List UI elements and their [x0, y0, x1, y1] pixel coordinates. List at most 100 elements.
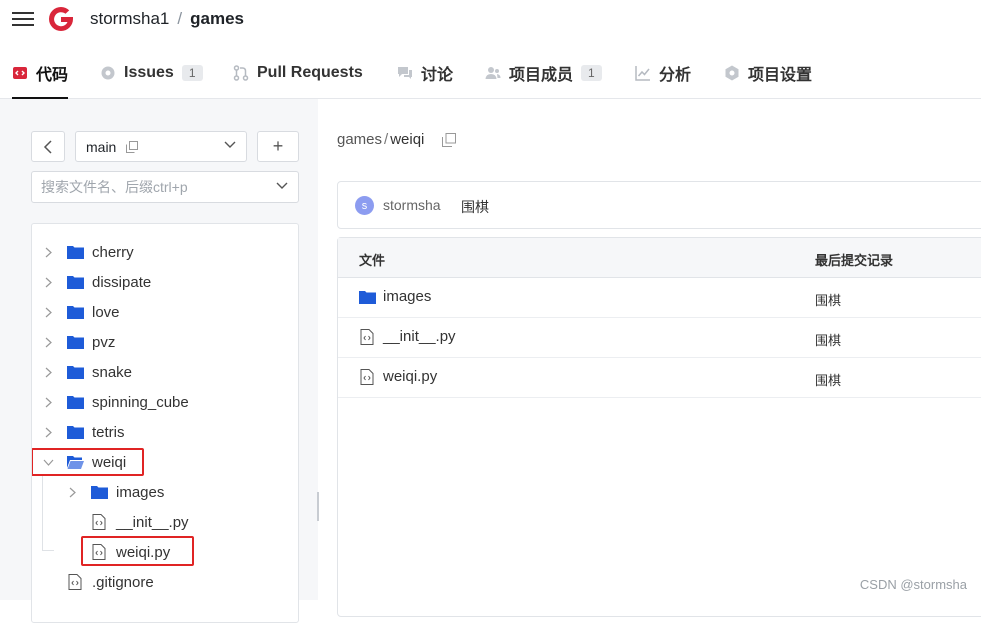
chevron-down-icon[interactable]: [276, 182, 288, 190]
repo-owner-link[interactable]: stormsha1: [90, 9, 169, 28]
issue-icon: [100, 65, 116, 81]
chevron-right-icon: [42, 306, 54, 318]
folder-icon: [66, 244, 84, 260]
file-link-init-py[interactable]: __init__.py: [358, 328, 456, 345]
tree-item-dissipate[interactable]: dissipate: [42, 267, 151, 297]
gitcode-logo[interactable]: [46, 4, 76, 34]
tab-analytics[interactable]: 分析: [635, 46, 691, 99]
tree-item-label: tetris: [92, 424, 125, 441]
file-commit-link[interactable]: 围棋: [815, 370, 841, 389]
tab-pull-requests[interactable]: Pull Requests: [233, 46, 363, 99]
tab-discussion[interactable]: 讨论: [397, 46, 453, 99]
file-search-input[interactable]: [41, 179, 251, 195]
tree-item-label: love: [92, 304, 120, 321]
table-header: 文件 最后提交记录: [338, 238, 981, 278]
tree-item-label: cherry: [92, 244, 134, 261]
breadcrumb-current: weiqi: [390, 131, 424, 148]
tab-settings[interactable]: 项目设置: [724, 46, 812, 99]
file-name: weiqi.py: [383, 368, 437, 385]
watermark: CSDN @stormsha: [860, 577, 967, 592]
folder-icon: [66, 304, 84, 320]
branch-select[interactable]: main: [75, 131, 247, 162]
file-link-images[interactable]: images: [358, 288, 431, 305]
copy-icon[interactable]: [126, 141, 138, 153]
chevron-right-icon: [66, 486, 78, 498]
tree-item-label: __init__.py: [116, 514, 189, 531]
repo-path: stormsha1/games: [90, 9, 244, 29]
tab-settings-label: 项目设置: [748, 61, 812, 85]
file-commit-link[interactable]: 围棋: [815, 330, 841, 349]
file-commit-link[interactable]: 围棋: [815, 290, 841, 309]
column-header-last-commit: 最后提交记录: [815, 250, 893, 269]
tree-item-love[interactable]: love: [42, 297, 120, 327]
code-file-icon: [66, 574, 84, 590]
tree-item-tetris[interactable]: tetris: [42, 417, 125, 447]
tree-item-label: images: [116, 484, 164, 501]
sidebar-resize-handle[interactable]: [317, 492, 319, 521]
tab-analytics-label: 分析: [659, 61, 691, 85]
menu-icon[interactable]: [12, 9, 34, 29]
pull-request-icon: [233, 65, 249, 81]
file-table: 文件 最后提交记录 images 围棋 __init__.py 围棋 weiqi…: [337, 237, 981, 617]
issues-count-badge: 1: [182, 65, 203, 81]
folder-icon: [66, 364, 84, 380]
members-icon: [485, 65, 501, 81]
breadcrumb: games / weiqi: [337, 131, 456, 148]
folder-icon: [358, 289, 376, 305]
top-bar: stormsha1/games: [0, 0, 981, 46]
code-file-icon: [358, 329, 376, 345]
file-tree-sidebar: main + cherry dissipate love pvz: [0, 99, 318, 600]
code-file-icon: [358, 369, 376, 385]
folder-icon: [66, 274, 84, 290]
folder-icon: [90, 484, 108, 500]
chevron-right-icon: [42, 246, 54, 258]
file-name: images: [383, 288, 431, 305]
tree-item-init-py[interactable]: __init__.py: [90, 507, 189, 537]
tree-item-label: .gitignore: [92, 574, 154, 591]
tree-item-snake[interactable]: snake: [42, 357, 132, 387]
copy-path-icon[interactable]: [442, 133, 456, 147]
tree-item-images[interactable]: images: [66, 477, 164, 507]
tree-item-label: dissipate: [92, 274, 151, 291]
table-row: weiqi.py 围棋: [338, 358, 981, 398]
column-header-file: 文件: [359, 250, 385, 269]
chevron-right-icon: [42, 336, 54, 348]
chevron-left-icon: [43, 140, 53, 154]
file-tree: cherry dissipate love pvz snake spinning…: [31, 223, 299, 623]
tab-pull-requests-label: Pull Requests: [257, 64, 363, 82]
tree-item-label: snake: [92, 364, 132, 381]
tree-item-cherry[interactable]: cherry: [42, 237, 134, 267]
file-link-weiqi-py[interactable]: weiqi.py: [358, 368, 437, 385]
chevron-right-icon: [42, 366, 54, 378]
tree-guide-line: [42, 550, 54, 551]
tab-issues[interactable]: Issues 1: [100, 46, 203, 99]
repo-tabs: 代码 Issues 1 Pull Requests 讨论 项目成员 1 分析: [0, 46, 981, 99]
tab-issues-label: Issues: [124, 64, 174, 82]
table-row: __init__.py 围棋: [338, 318, 981, 358]
avatar[interactable]: s: [355, 196, 374, 215]
analytics-icon: [635, 65, 651, 81]
chevron-down-icon: [224, 141, 236, 149]
highlight-box: [31, 448, 144, 476]
discussion-icon: [397, 65, 413, 81]
commit-message-link[interactable]: 围棋: [461, 197, 489, 217]
main-content: games / weiqi s stormsha 围棋 文件 最后提交记录 im…: [320, 99, 981, 600]
tree-item-label: pvz: [92, 334, 115, 351]
repo-name-link[interactable]: games: [190, 9, 244, 28]
tree-item-pvz[interactable]: pvz: [42, 327, 115, 357]
breadcrumb-separator: /: [384, 131, 388, 148]
file-search-field[interactable]: [31, 171, 299, 203]
tree-item-spinning-cube[interactable]: spinning_cube: [42, 387, 189, 417]
tree-item-gitignore[interactable]: .gitignore: [66, 567, 154, 597]
file-name: __init__.py: [383, 328, 456, 345]
tab-code[interactable]: 代码: [12, 46, 68, 99]
commit-author-link[interactable]: stormsha: [383, 197, 441, 213]
breadcrumb-root-link[interactable]: games: [337, 131, 382, 148]
chevron-right-icon: [42, 276, 54, 288]
add-file-button[interactable]: +: [257, 131, 299, 162]
chevron-right-icon: [42, 426, 54, 438]
tab-members[interactable]: 项目成员 1: [485, 46, 602, 99]
code-file-icon: [90, 514, 108, 530]
collapse-sidebar-button[interactable]: [31, 131, 65, 162]
tree-guide-line: [42, 474, 43, 551]
